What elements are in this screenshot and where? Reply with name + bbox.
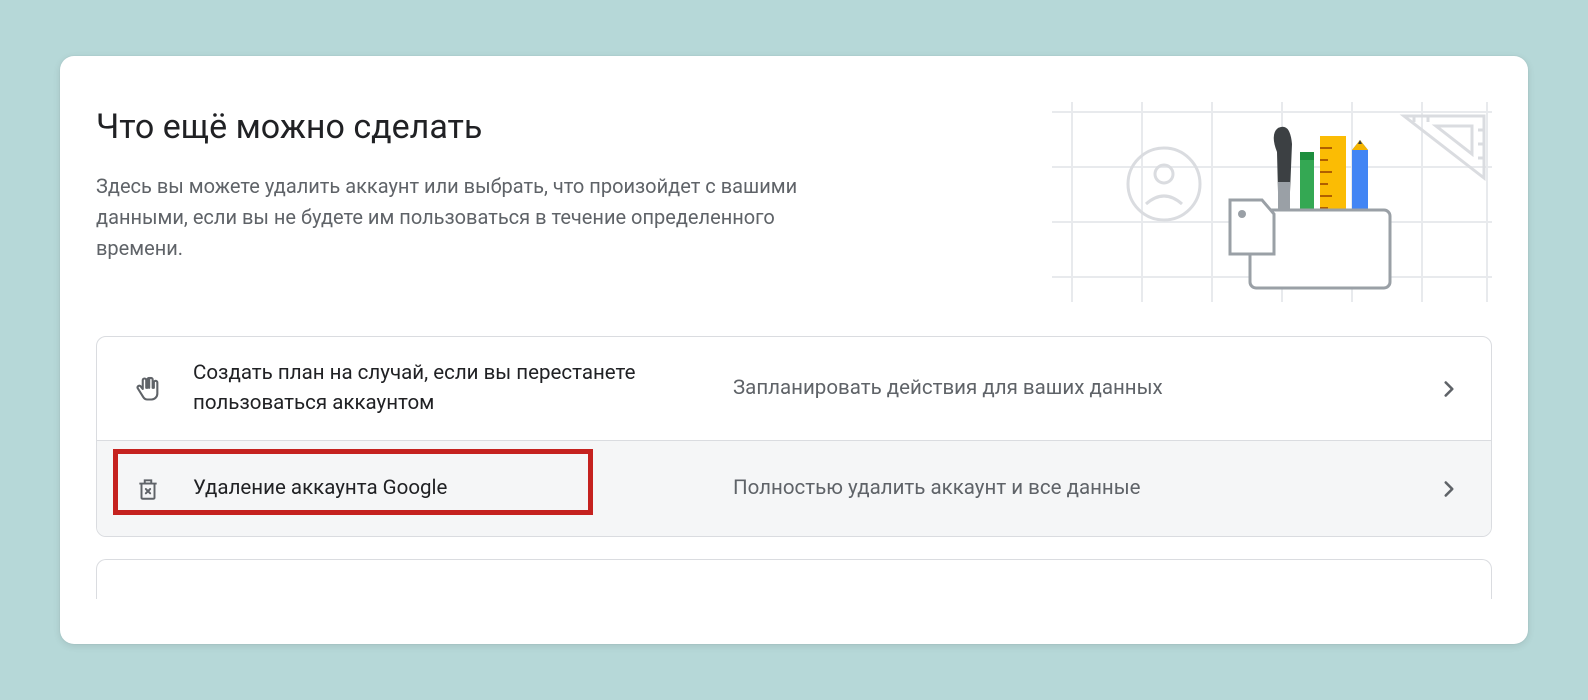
row-subtitle: Запланировать действия для ваших данных xyxy=(733,374,1423,404)
more-options-card: Что ещё можно сделать Здесь вы можете уд… xyxy=(60,56,1528,644)
delete-google-account-row[interactable]: Удаление аккаунта Google Полностью удали… xyxy=(97,440,1491,536)
next-card-peek xyxy=(96,559,1492,599)
chevron-right-icon xyxy=(1435,475,1463,503)
trash-icon xyxy=(133,474,163,504)
row-subtitle: Полностью удалить аккаунт и все данные xyxy=(733,474,1423,504)
header-text: Что ещё можно сделать Здесь вы можете уд… xyxy=(96,106,816,264)
inactive-account-plan-row[interactable]: Создать план на случай, если вы перестан… xyxy=(97,337,1491,440)
options-list: Создать план на случай, если вы перестан… xyxy=(96,336,1492,537)
card-title: Что ещё можно сделать xyxy=(96,106,816,149)
toolbox-illustration xyxy=(1052,102,1492,302)
row-title: Создать план на случай, если вы перестан… xyxy=(193,359,733,418)
card-header: Что ещё можно сделать Здесь вы можете уд… xyxy=(60,56,1528,312)
card-description: Здесь вы можете удалить аккаунт или выбр… xyxy=(96,171,816,264)
row-title: Удаление аккаунта Google xyxy=(193,474,733,504)
hand-stop-icon xyxy=(133,374,163,404)
chevron-right-icon xyxy=(1435,375,1463,403)
